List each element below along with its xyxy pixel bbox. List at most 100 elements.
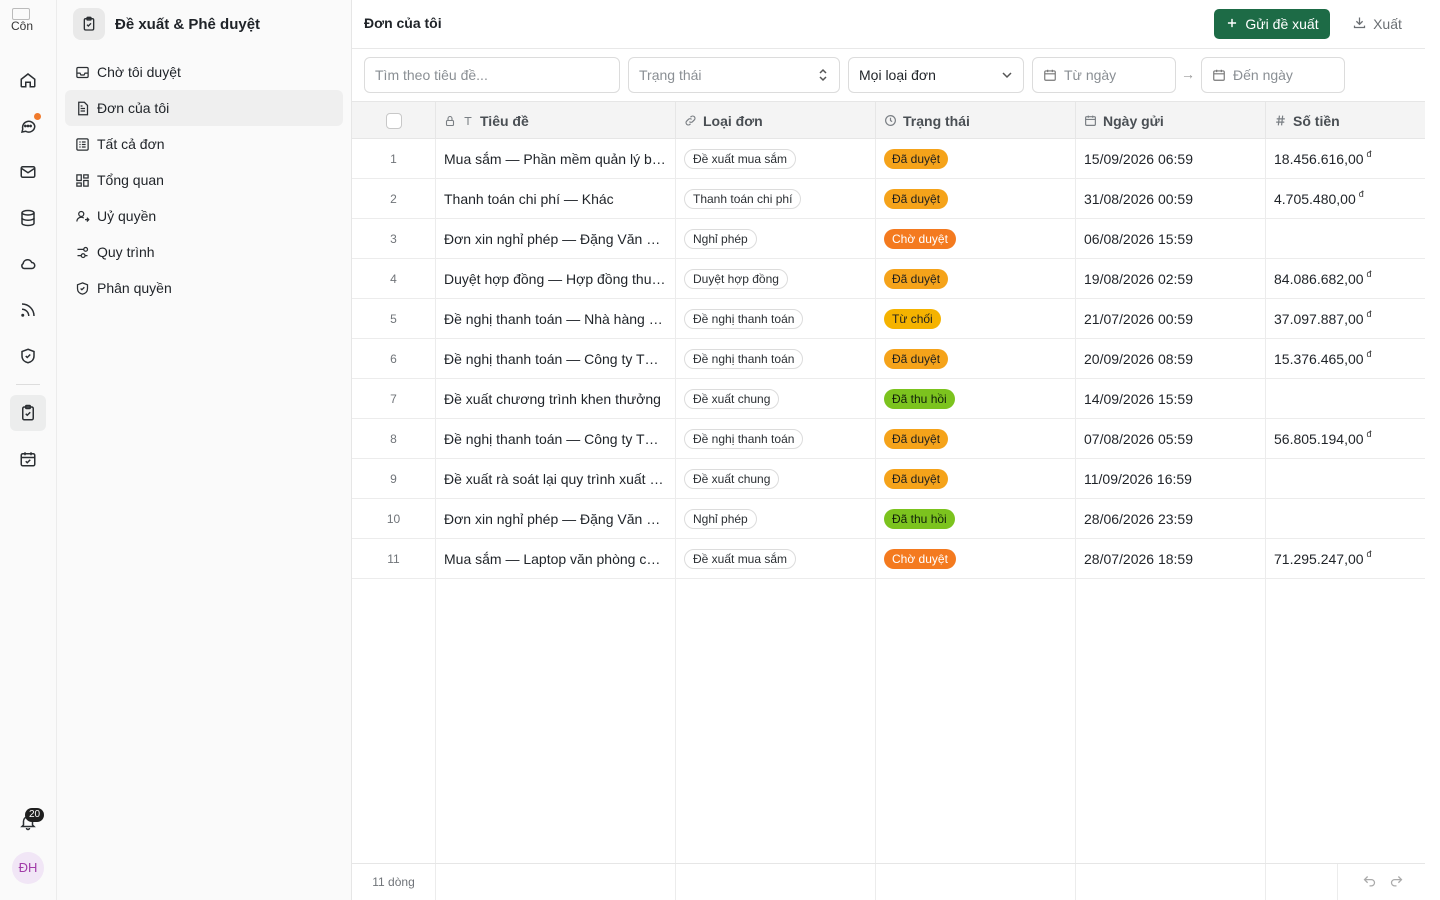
request-type-cell[interactable]: Đề xuất chung [676, 379, 876, 418]
amount-cell[interactable]: 71.295.247,00 đ [1266, 539, 1425, 578]
table-row[interactable]: 2 Thanh toán chi phí — Khác Thanh toán chi… [352, 179, 1425, 219]
request-status-cell[interactable]: Từ chối [876, 299, 1076, 338]
request-type-cell[interactable]: Nghỉ phép [676, 499, 876, 538]
submitted-date-cell[interactable]: 07/08/2026 05:59 [1076, 419, 1266, 458]
status-select[interactable]: Trạng thái [628, 57, 840, 93]
column-header-amount[interactable]: Số tiền [1266, 102, 1425, 139]
request-status-cell[interactable]: Đã duyệt [876, 179, 1076, 218]
request-title-cell[interactable]: Mua sắm — Phần mềm quản lý bán hàng [436, 139, 676, 178]
request-title-cell[interactable]: Đề xuất rà soát lại quy trình xuất kho [436, 459, 676, 498]
amount-cell[interactable]: 15.376.465,00 đ [1266, 339, 1425, 378]
request-type-cell[interactable]: Đề nghị thanh toán [676, 299, 876, 338]
request-type-cell[interactable]: Nghỉ phép [676, 219, 876, 258]
table-row[interactable]: 8 Đề nghị thanh toán — Công ty TNHH Đề ngh… [352, 419, 1425, 459]
amount-cell[interactable]: 18.456.616,00 đ [1266, 139, 1425, 178]
submitted-date-cell[interactable]: 31/08/2026 00:59 [1076, 179, 1266, 218]
submitted-date-cell[interactable]: 28/06/2026 23:59 [1076, 499, 1266, 538]
table-row[interactable]: 7 Đề xuất chương trình khen thưởng Đề xuất… [352, 379, 1425, 419]
to-date-input[interactable]: Đến ngày [1201, 57, 1345, 93]
select-all-checkbox[interactable] [385, 112, 402, 129]
from-date-input[interactable]: Từ ngày [1032, 57, 1176, 93]
request-type-cell[interactable]: Duyệt hợp đồng [676, 259, 876, 298]
submitted-date-cell[interactable]: 20/09/2026 08:59 [1076, 339, 1266, 378]
table-row[interactable]: 1 Mua sắm — Phần mềm quản lý bán hàng Đề x… [352, 139, 1425, 179]
table-body: 1 Mua sắm — Phần mềm quản lý bán hàng Đề x… [352, 139, 1425, 579]
request-status-cell[interactable]: Đã duyệt [876, 259, 1076, 298]
table-row[interactable]: 3 Đơn xin nghỉ phép — Đặng Văn Hùng Nghỉ p… [352, 219, 1425, 259]
amount-cell[interactable] [1266, 459, 1425, 498]
table-row[interactable]: 6 Đề nghị thanh toán — Công ty TNHH Đề ngh… [352, 339, 1425, 379]
column-header-type[interactable]: Loại đơn [676, 102, 876, 139]
table-row[interactable]: 4 Duyệt hợp đồng — Hợp đồng thuê văn phòn… [352, 259, 1425, 299]
table-row[interactable]: 9 Đề xuất rà soát lại quy trình xuất kho Đ… [352, 459, 1425, 499]
submit-request-button[interactable]: Gửi đề xuất [1214, 9, 1330, 39]
app-logo[interactable]: Côn [11, 8, 45, 40]
request-type-select[interactable]: Mọi loại đơn [848, 57, 1024, 93]
amount-cell[interactable] [1266, 499, 1425, 538]
request-title-cell[interactable]: Duyệt hợp đồng — Hợp đồng thuê văn phòng [436, 259, 676, 298]
request-status-cell[interactable]: Chờ duyệt [876, 219, 1076, 258]
request-type-cell[interactable]: Đề xuất mua sắm [676, 539, 876, 578]
export-button[interactable]: Xuất [1342, 9, 1412, 39]
request-status-cell[interactable]: Đã duyệt [876, 459, 1076, 498]
search-input[interactable]: Tìm theo tiêu đề... [364, 57, 620, 93]
cloud-icon[interactable] [14, 250, 42, 278]
request-title-cell[interactable]: Đơn xin nghỉ phép — Đặng Văn Hùng [436, 499, 676, 538]
undo-icon[interactable] [1362, 874, 1377, 892]
request-type-cell[interactable]: Thanh toán chi phí [676, 179, 876, 218]
sidebar-item-label: Đơn của tôi [97, 100, 170, 116]
rss-feed-icon[interactable] [14, 296, 42, 324]
submitted-date-cell[interactable]: 19/08/2026 02:59 [1076, 259, 1266, 298]
request-status-cell[interactable]: Đã duyệt [876, 139, 1076, 178]
submitted-date-cell[interactable]: 06/08/2026 15:59 [1076, 219, 1266, 258]
sidebar-item-overview[interactable]: Tổng quan [65, 162, 343, 198]
column-header-date[interactable]: Ngày gửi [1076, 102, 1266, 139]
shield-check-icon[interactable] [14, 342, 42, 370]
request-title-cell[interactable]: Đề nghị thanh toán — Công ty TNHH [436, 339, 676, 378]
amount-cell[interactable]: 37.097.887,00 đ [1266, 299, 1425, 338]
user-avatar[interactable]: ĐH [12, 852, 44, 884]
amount-cell[interactable] [1266, 219, 1425, 258]
request-title-cell[interactable]: Đề nghị thanh toán — Nhà hàng tiệc [436, 299, 676, 338]
request-status-cell[interactable]: Đã duyệt [876, 339, 1076, 378]
approval-clipboard-icon[interactable] [10, 395, 46, 431]
request-title-cell[interactable]: Đề nghị thanh toán — Công ty TNHH [436, 419, 676, 458]
request-status-cell[interactable]: Đã duyệt [876, 419, 1076, 458]
amount-cell[interactable]: 4.705.480,00 đ [1266, 179, 1425, 218]
database-icon[interactable] [14, 204, 42, 232]
request-type-cell[interactable]: Đề nghị thanh toán [676, 419, 876, 458]
request-type-cell[interactable]: Đề xuất mua sắm [676, 139, 876, 178]
amount-cell[interactable]: 84.086.682,00 đ [1266, 259, 1425, 298]
table-row[interactable]: 10 Đơn xin nghỉ phép — Đặng Văn Hùng Nghỉ … [352, 499, 1425, 539]
sidebar-item-pending-my-approval[interactable]: Chờ tôi duyệt [65, 54, 343, 90]
table-row[interactable]: 5 Đề nghị thanh toán — Nhà hàng tiệc Đề ng… [352, 299, 1425, 339]
amount-cell[interactable] [1266, 379, 1425, 418]
submitted-date-cell[interactable]: 14/09/2026 15:59 [1076, 379, 1266, 418]
submitted-date-cell[interactable]: 15/09/2026 06:59 [1076, 139, 1266, 178]
amount-cell[interactable]: 56.805.194,00 đ [1266, 419, 1425, 458]
column-header-status[interactable]: Trạng thái [876, 102, 1076, 139]
submitted-date-cell[interactable]: 21/07/2026 00:59 [1076, 299, 1266, 338]
request-title-cell[interactable]: Đề xuất chương trình khen thưởng [436, 379, 676, 418]
sidebar-item-all-requests[interactable]: Tất cả đơn [65, 126, 343, 162]
sidebar-item-my-requests[interactable]: Đơn của tôi [65, 90, 343, 126]
request-type-cell[interactable]: Đề nghị thanh toán [676, 339, 876, 378]
home-icon[interactable] [14, 66, 42, 94]
column-header-title[interactable]: Tiêu đề [436, 102, 676, 139]
request-title-cell[interactable]: Thanh toán chi phí — Khác [436, 179, 676, 218]
request-status-cell[interactable]: Chờ duyệt [876, 539, 1076, 578]
request-status-cell[interactable]: Đã thu hồi [876, 499, 1076, 538]
submitted-date-cell[interactable]: 11/09/2026 16:59 [1076, 459, 1266, 498]
calendar-check-icon[interactable] [14, 445, 42, 473]
sidebar-item-permissions[interactable]: Phân quyền [65, 270, 343, 306]
submitted-date-cell[interactable]: 28/07/2026 18:59 [1076, 539, 1266, 578]
table-row[interactable]: 11 Mua sắm — Laptop văn phòng cho nhân vi… [352, 539, 1425, 579]
mail-icon[interactable] [14, 158, 42, 186]
request-type-cell[interactable]: Đề xuất chung [676, 459, 876, 498]
request-status-cell[interactable]: Đã thu hồi [876, 379, 1076, 418]
redo-icon[interactable] [1389, 874, 1404, 892]
request-title-cell[interactable]: Mua sắm — Laptop văn phòng cho nhân viên [436, 539, 676, 578]
request-title-cell[interactable]: Đơn xin nghỉ phép — Đặng Văn Hùng [436, 219, 676, 258]
sidebar-item-delegation[interactable]: Uỷ quyền [65, 198, 343, 234]
sidebar-item-workflow[interactable]: Quy trình [65, 234, 343, 270]
